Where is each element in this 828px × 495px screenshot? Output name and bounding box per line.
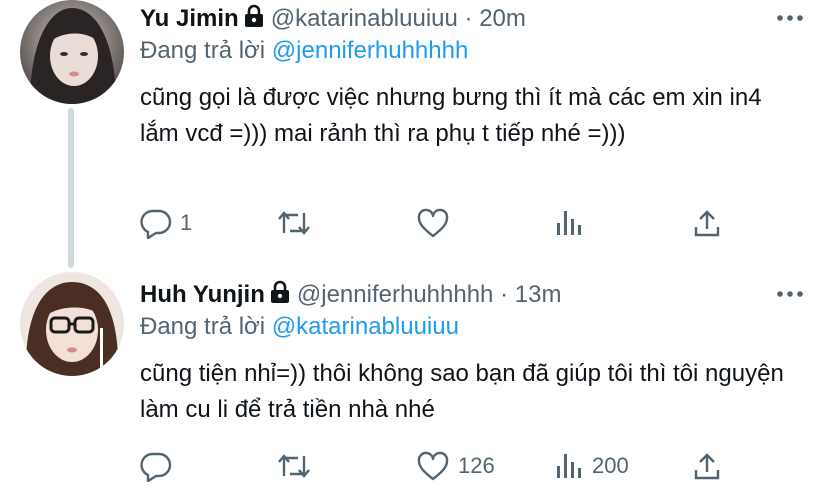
display-name[interactable]: Huh Yunjin (140, 281, 265, 308)
display-name[interactable]: Yu Jimin (140, 5, 239, 32)
share-icon (692, 450, 722, 482)
replying-to: Đang trả lời @jenniferhuhhhhh (140, 36, 468, 66)
more-icon[interactable] (774, 2, 806, 39)
reply-count: 1 (180, 210, 193, 235)
views-button[interactable] (554, 205, 592, 241)
separator-dot: · (500, 281, 509, 308)
reply-button[interactable]: 1 (140, 205, 192, 241)
view-count: 200 (592, 453, 629, 478)
tweet-header: Yu Jimin @katarinabluuiuu · 20m (140, 4, 526, 36)
share-icon (692, 207, 722, 239)
tweet-2[interactable]: Huh Yunjin @jenniferhuhhhhh · 13m Đang tr… (0, 270, 828, 495)
reply-button[interactable] (140, 448, 180, 484)
retweet-button[interactable] (276, 448, 320, 484)
timestamp[interactable]: 20m (479, 5, 526, 32)
lock-icon (243, 4, 265, 36)
retweet-icon (276, 207, 312, 239)
replying-mention[interactable]: @jenniferhuhhhhh (272, 37, 469, 64)
separator-dot: · (464, 5, 473, 32)
replying-to: Đang trả lời @katarinabluuiuu (140, 312, 459, 342)
reply-icon (140, 207, 172, 239)
share-button[interactable] (692, 448, 722, 484)
like-button[interactable]: 126 (416, 448, 495, 484)
thread-line (68, 108, 74, 268)
retweet-button[interactable] (276, 205, 320, 241)
share-button[interactable] (692, 205, 722, 241)
more-icon[interactable] (774, 278, 806, 315)
replying-prefix: Đang trả lời (140, 313, 266, 340)
action-bar: 126 200 (140, 448, 740, 484)
retweet-icon (276, 450, 312, 482)
heart-icon (416, 450, 450, 482)
heart-icon (416, 207, 450, 239)
views-button[interactable]: 200 (554, 448, 629, 484)
tweet-text: cũng gọi là được việc nhưng bưng thì ít … (140, 84, 762, 147)
avatar[interactable] (20, 272, 124, 376)
replying-prefix: Đang trả lời (140, 37, 266, 64)
tweet-1[interactable]: Yu Jimin @katarinabluuiuu · 20m Đang trả … (0, 0, 828, 270)
avatar[interactable] (20, 0, 124, 104)
handle[interactable]: @jenniferhuhhhhh (297, 281, 494, 308)
lock-icon (269, 280, 291, 312)
tweet-text: cũng tiện nhỉ=)) thôi không sao bạn đã g… (140, 360, 784, 423)
replying-mention[interactable]: @katarinabluuiuu (272, 313, 459, 340)
handle[interactable]: @katarinabluuiuu (271, 5, 458, 32)
views-icon (554, 450, 584, 482)
views-icon (554, 207, 584, 239)
timestamp[interactable]: 13m (515, 281, 562, 308)
action-bar: 1 (140, 205, 740, 241)
tweet-header: Huh Yunjin @jenniferhuhhhhh · 13m (140, 280, 561, 312)
reply-icon (140, 450, 172, 482)
like-button[interactable] (416, 205, 458, 241)
like-count: 126 (458, 453, 495, 478)
